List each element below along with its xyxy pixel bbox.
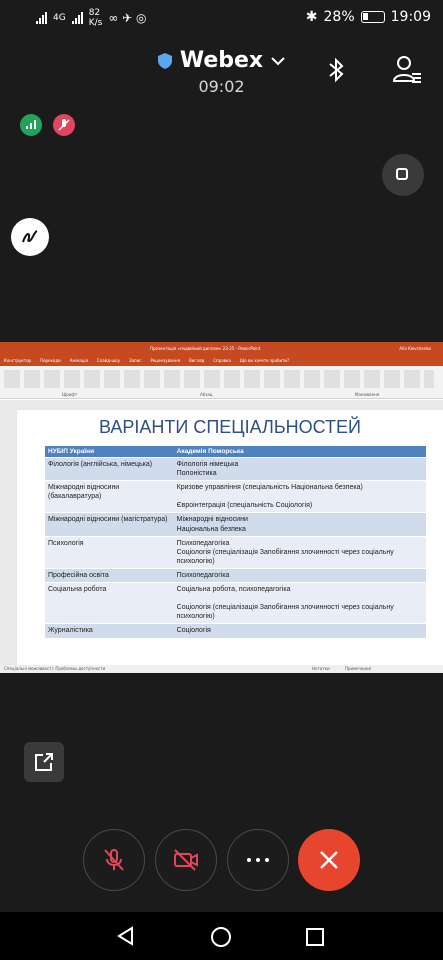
ppt-statusbar: Спеціальні можливості: Проблемы доступно… (0, 665, 443, 673)
ppt-ribbon: Шрифт Абзац Малювання (0, 366, 443, 399)
chevron-down-icon (271, 56, 285, 65)
clock: 19:09 (390, 9, 431, 25)
stop-share-button[interactable] (382, 154, 424, 196)
table-cell: Журналістика (45, 623, 174, 638)
table-row: Психологія Психопедагогіка Соціологія (сп… (45, 535, 426, 569)
shield-icon (157, 52, 172, 69)
table-cell: Міжнародні відносини (бакалавратура) (45, 480, 174, 513)
table-cell: Психопедагогіка Соціологія (спеціалізаці… (173, 535, 426, 569)
share-external-icon (35, 753, 53, 771)
tab-help[interactable]: Справка (213, 358, 231, 363)
mic-off-icon (58, 119, 70, 131)
signal-icon-2 (71, 12, 83, 24)
annotate-button[interactable] (11, 218, 49, 256)
status-bar: 4G 82 K/s ∞ ✈ ◎ ✱ 28% 19:09 (0, 0, 443, 34)
group-drawing: Малювання (355, 392, 380, 397)
battery-icon (360, 11, 385, 23)
table-row: Міжнародні відносини (бакалавратура) Криз… (45, 480, 426, 513)
tab-transitions[interactable]: Переходи (40, 358, 61, 363)
ribbon-controls[interactable] (4, 370, 434, 388)
meeting-timer: 09:02 (198, 77, 245, 96)
ppt-status-left: Спеціальні можливості: Проблемы доступно… (4, 666, 106, 671)
ppt-notes-button[interactable]: Нотатки (312, 666, 330, 671)
status-left: 4G 82 K/s ∞ ✈ ◎ (36, 8, 146, 28)
tab-animation[interactable]: Анімація (70, 358, 88, 363)
more-options-button[interactable] (227, 829, 289, 891)
mic-muted-indicator (53, 114, 75, 136)
slide: ВАРІАНТИ СПЕЦІАЛЬНОСТЕЙ НУБІП України Ак… (17, 410, 443, 665)
speed-value: 82 (88, 8, 101, 18)
nav-recents-icon[interactable] (305, 927, 325, 947)
leave-meeting-button[interactable] (298, 829, 360, 891)
system-navbar (0, 912, 443, 960)
table-cell: Професійна освіта (45, 567, 174, 583)
shared-screen[interactable]: Презентація «подвійний диплом» 23-25 - P… (0, 342, 443, 673)
table-row: Міжнародні відносини (магістратура) Міжна… (45, 512, 426, 537)
group-paragraph: Абзац (200, 392, 213, 397)
participants-icon (392, 56, 421, 83)
ppt-tabs: Конструктор Переходи Анімація Слайд-шоу … (0, 355, 443, 366)
tab-review[interactable]: Рецензування (150, 358, 180, 363)
specialties-table: НУБІП України Академія Поморська Філолог… (45, 446, 426, 638)
meeting-header: Webex 09:02 (0, 48, 443, 96)
video-off-icon (174, 849, 198, 871)
tab-view[interactable]: Вигляд (189, 358, 204, 363)
tab-design[interactable]: Конструктор (4, 358, 31, 363)
ppt-window-title: Презентація «подвійний диплом» 23-25 - P… (150, 346, 261, 351)
ppt-user: Alla Klevchenko (399, 346, 431, 351)
table-cell: Філологія (англійська, німецька) (45, 456, 174, 481)
signal-icon (36, 12, 47, 24)
table-cell: Міжнародні відносини Національна безпека (173, 512, 426, 537)
slide-title: ВАРІАНТИ СПЕЦІАЛЬНОСТЕЙ (99, 417, 361, 437)
share-external-button[interactable] (24, 742, 64, 782)
participants-button[interactable] (392, 54, 422, 84)
table-cell: Міжнародні відносини (магістратура) (45, 512, 174, 537)
nav-back-icon[interactable] (116, 926, 136, 946)
bluetooth-icon (329, 57, 344, 83)
signal-icon (26, 120, 36, 129)
table-header: НУБІП України Академія Поморська (45, 446, 426, 458)
table-cell: Кризове управління (спеціальність Націон… (173, 480, 426, 513)
network-type: 4G (53, 13, 66, 23)
mute-button[interactable] (83, 829, 145, 891)
status-right: ✱ 28% 19:09 (306, 9, 431, 25)
ppt-titlebar: Презентація «подвійний диплом» 23-25 - P… (0, 342, 443, 355)
table-row: Журналістика Соціологія (45, 623, 426, 638)
table-row: Філологія (англійська, німецька) Філологі… (45, 456, 426, 481)
app-name: Webex (179, 48, 264, 73)
table-cell: Філологія німецька Полоністика (173, 456, 426, 481)
table-cell: Психопедагогіка (173, 567, 426, 583)
mic-off-icon (104, 849, 124, 871)
bluetooth-audio-button[interactable] (322, 56, 350, 84)
tab-slideshow[interactable]: Слайд-шоу (97, 358, 120, 363)
app-title-dropdown[interactable]: Webex (157, 48, 285, 73)
table-row: Соціальна робота Соціальна робота, психоп… (45, 582, 426, 624)
nav-home-icon[interactable] (210, 926, 232, 948)
battery-percent: 28% (323, 9, 355, 25)
table-row: Професійна освіта Психопедагогіка (45, 567, 426, 583)
slide-area: ВАРІАНТИ СПЕЦІАЛЬНОСТЕЙ НУБІП України Ак… (0, 400, 443, 665)
ppt-comments-button[interactable]: Примечания (345, 666, 371, 671)
tell-me-search[interactable]: Що ви хочете зробити? (240, 358, 289, 363)
bluetooth-icon: ✱ (305, 9, 318, 25)
table-cell: Психологія (45, 535, 174, 569)
close-icon (320, 851, 338, 869)
video-button[interactable] (155, 829, 217, 891)
data-speed: 82 K/s (89, 8, 103, 28)
audio-status-indicator (20, 114, 42, 136)
group-font: Шрифт (62, 392, 78, 397)
speed-unit: K/s (88, 18, 103, 28)
table-header-cell: Академія Поморська (173, 446, 426, 458)
table-cell: Соціальна робота (45, 582, 174, 624)
table-header-cell: НУБІП України (45, 446, 174, 458)
table-cell: Соціологія (173, 623, 426, 638)
app-notification-icon: ∞ ✈ ◎ (108, 11, 147, 25)
more-icon (247, 858, 269, 862)
annotate-icon (22, 230, 38, 243)
tab-record[interactable]: Запис (129, 358, 141, 363)
table-cell: Соціальна робота, психопедагогіка Соціол… (173, 582, 426, 624)
